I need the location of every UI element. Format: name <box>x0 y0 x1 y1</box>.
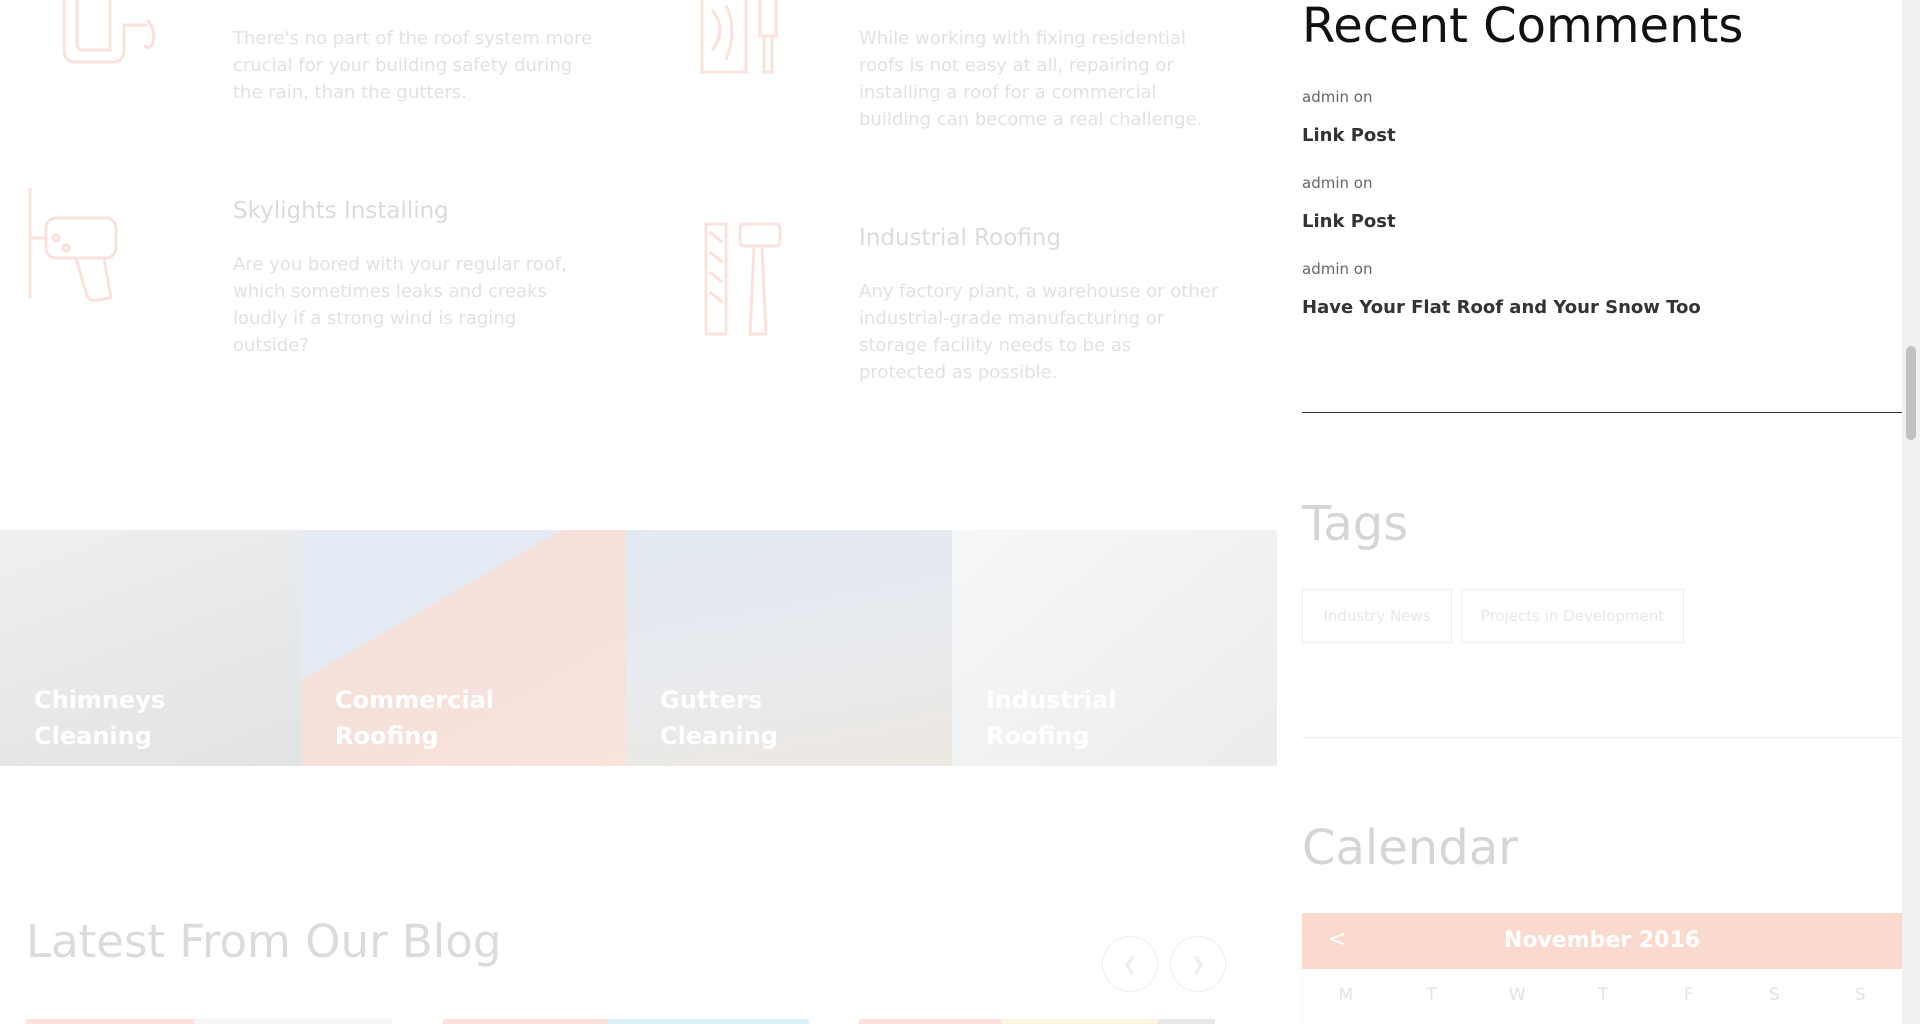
chevron-right-icon: ❯ <box>1190 953 1206 975</box>
service-text: Are you bored with your regular roof, wh… <box>233 254 567 356</box>
project-tile-gutters[interactable]: Gutters Cleaning <box>626 530 952 766</box>
blog-card-strip <box>443 1019 809 1024</box>
weekday-label: W <box>1508 985 1526 1005</box>
weekday-label: S <box>1769 985 1780 1005</box>
weekday-label: T <box>1597 985 1609 1005</box>
calendar-heading: Calendar <box>1302 820 1518 876</box>
comment-meta: admin on <box>1302 174 1373 192</box>
weekday-label: F <box>1683 985 1694 1005</box>
weekday-label: S <box>1854 985 1866 1005</box>
comment-post-link[interactable]: Link Post <box>1302 211 1396 232</box>
project-tile-industrial[interactable]: Industrial Roofing <box>952 530 1277 766</box>
service-title[interactable]: Skylights Installing <box>233 198 449 224</box>
divider <box>1302 737 1902 738</box>
tag-projects-in-development[interactable]: Projects in Development <box>1461 589 1684 643</box>
service-text: There's no part of the roof system more … <box>233 28 593 103</box>
project-tile-chimneys[interactable]: Chimneys Cleaning <box>0 530 301 766</box>
tag-industry-news[interactable]: Industry News <box>1302 589 1452 643</box>
scrollbar-thumb[interactable] <box>1906 346 1916 440</box>
project-tile-label: Industrial Roofing <box>986 686 1117 750</box>
tools-icon <box>700 0 778 74</box>
comment-meta: admin on <box>1302 260 1373 278</box>
page-scrollbar[interactable] <box>1902 0 1920 1024</box>
blog-next-button[interactable]: ❯ <box>1170 936 1226 992</box>
service-text: While working with fixing residential ro… <box>859 28 1203 130</box>
calendar-header: < November 2016 <box>1302 913 1902 969</box>
service-title[interactable]: Industrial Roofing <box>859 225 1061 251</box>
weekday-label: M <box>1338 985 1354 1005</box>
project-tile-label: Commercial Roofing <box>335 686 495 750</box>
blog-section-title: Latest From Our Blog <box>26 915 502 968</box>
calendar-month: November 2016 <box>1503 928 1701 953</box>
drill-icon <box>28 188 118 302</box>
hammer-file-icon <box>704 222 782 336</box>
project-tile-label: Gutters Cleaning <box>660 686 778 750</box>
blog-card-strip <box>859 1019 1215 1024</box>
comment-post-link[interactable]: Link Post <box>1302 125 1396 146</box>
project-tile-label: Chimneys Cleaning <box>34 686 166 750</box>
drain-pipe-icon <box>62 0 156 64</box>
comment-meta: admin on <box>1302 88 1373 106</box>
blog-prev-button[interactable]: ❮ <box>1102 936 1158 992</box>
weekday-label: T <box>1426 985 1437 1005</box>
recent-comments-heading: Recent Comments <box>1302 0 1744 54</box>
comment-post-link[interactable]: Have Your Flat Roof and Your Snow Too <box>1302 297 1701 318</box>
service-text: Any factory plant, a warehouse or other … <box>859 281 1219 383</box>
divider <box>1302 412 1902 413</box>
project-tile-commercial[interactable]: Commercial Roofing <box>301 530 626 766</box>
blog-card-strip <box>26 1019 392 1024</box>
chevron-left-icon: ❮ <box>1122 953 1138 975</box>
tags-heading: Tags <box>1302 496 1409 552</box>
calendar-weekdays: M T W T F S S <box>1302 969 1904 1024</box>
